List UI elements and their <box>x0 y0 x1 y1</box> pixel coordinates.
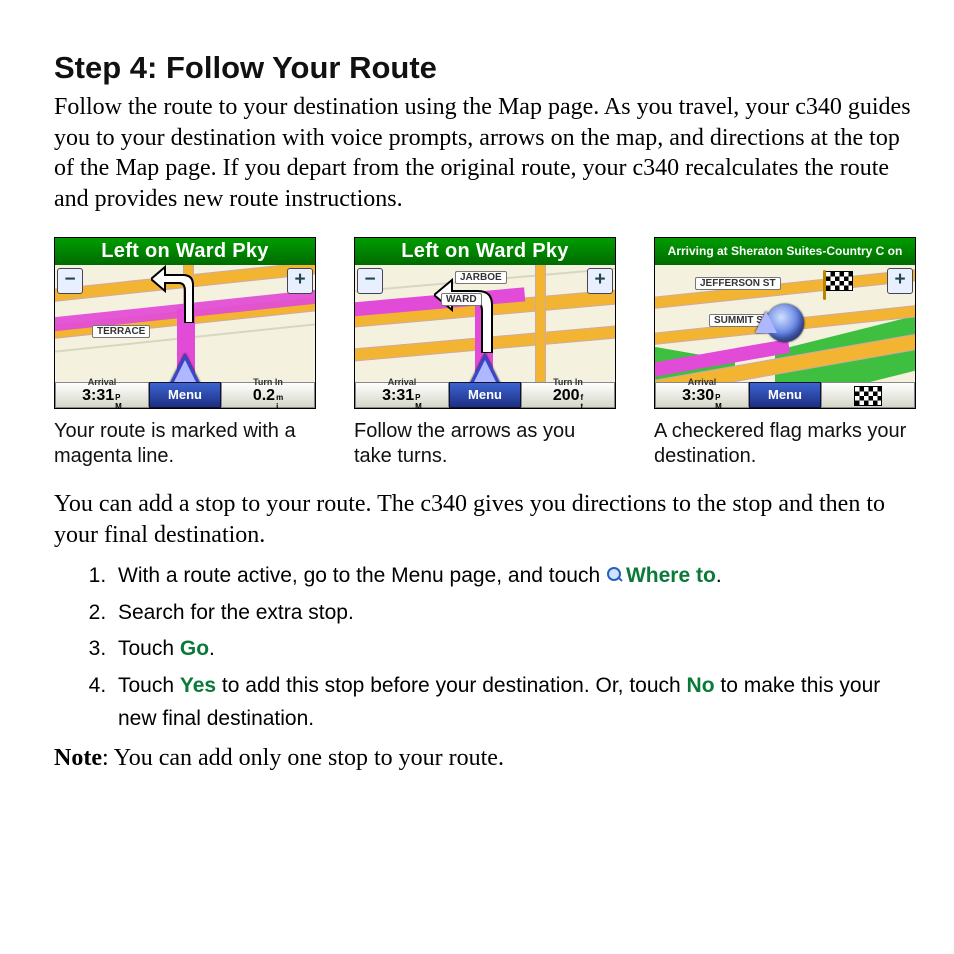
mid-paragraph: You can add a stop to your route. The c3… <box>54 489 912 550</box>
arrival-label: Arrival <box>88 378 117 387</box>
street-label: WARD <box>441 293 482 306</box>
note-paragraph: Note: You can add only one stop to your … <box>54 745 912 772</box>
checkered-flag-icon <box>854 386 882 406</box>
street-label: JARBOE <box>455 271 507 284</box>
direction-bar: Arriving at Sheraton Suites-Country C on <box>655 238 915 265</box>
menu-button[interactable]: Menu <box>749 382 821 408</box>
street-label: JEFFERSON ST <box>695 277 781 290</box>
vehicle-cursor-icon <box>469 353 501 382</box>
menu-button[interactable]: Menu <box>449 382 521 408</box>
device-screen: Arriving at Sheraton Suites-Country C on… <box>654 237 916 409</box>
street-label: TERRACE <box>92 325 150 338</box>
vehicle-cursor-icon <box>169 353 201 382</box>
destination-info[interactable] <box>821 382 915 408</box>
arrival-info[interactable]: Arrival 3:31PM <box>355 382 449 408</box>
turn-arrow-icon <box>434 275 524 353</box>
intro-paragraph: Follow the route to your destination usi… <box>54 92 912 215</box>
zoom-out-button[interactable]: − <box>57 268 83 294</box>
device-screen: Left on Ward Pky TERRACE − + Arrival 3 <box>54 237 316 409</box>
menu-button[interactable]: Menu <box>149 382 221 408</box>
step-2: Search for the extra stop. <box>112 597 912 630</box>
turn-info[interactable]: Turn In 200ft <box>521 382 615 408</box>
screenshot-row: Left on Ward Pky TERRACE − + Arrival 3 <box>54 237 912 469</box>
yes-keyword: Yes <box>180 674 216 697</box>
map-area: TERRACE <box>55 265 315 382</box>
turn-info[interactable]: Turn In 0.2mi <box>221 382 315 408</box>
direction-bar: Left on Ward Pky <box>55 238 315 265</box>
device-screen: Left on Ward Pky JARBOE WARD − + Arrival <box>354 237 616 409</box>
screenshot-3: Arriving at Sheraton Suites-Country C on… <box>654 237 916 469</box>
zoom-in-button[interactable]: + <box>287 268 313 294</box>
screenshot-2: Left on Ward Pky JARBOE WARD − + Arrival <box>354 237 616 469</box>
turn-label: Turn In <box>253 378 283 387</box>
status-bar: Arrival 3:30PM Menu <box>655 382 915 408</box>
magnifier-icon <box>606 567 623 584</box>
vehicle-cursor-icon <box>766 304 804 342</box>
note-label: Note <box>54 745 102 771</box>
arrival-info[interactable]: Arrival 3:30PM <box>655 382 749 408</box>
zoom-in-button[interactable]: + <box>887 268 913 294</box>
status-bar: Arrival 3:31PM Menu Turn In 0.2mi <box>55 382 315 408</box>
go-keyword: Go <box>180 637 209 660</box>
no-keyword: No <box>687 674 715 697</box>
step-4: Touch Yes to add this stop before your d… <box>112 670 912 735</box>
screenshot-caption: A checkered flag marks your destination. <box>654 419 916 469</box>
turn-arrow-icon <box>151 265 221 323</box>
screenshot-1: Left on Ward Pky TERRACE − + Arrival 3 <box>54 237 316 469</box>
arrival-info[interactable]: Arrival 3:31PM <box>55 382 149 408</box>
screenshot-caption: Follow the arrows as you take turns. <box>354 419 616 469</box>
step-3: Touch Go. <box>112 633 912 666</box>
map-area: JEFFERSON ST SUMMIT ST <box>655 265 915 382</box>
steps-list: With a route active, go to the Menu page… <box>54 560 912 735</box>
status-bar: Arrival 3:31PM Menu Turn In 200ft <box>355 382 615 408</box>
zoom-in-button[interactable]: + <box>587 268 613 294</box>
zoom-out-button[interactable]: − <box>357 268 383 294</box>
map-area: JARBOE WARD <box>355 265 615 382</box>
screenshot-caption: Your route is marked with a magenta line… <box>54 419 316 469</box>
step-1: With a route active, go to the Menu page… <box>112 560 912 593</box>
where-to-keyword: Where to <box>626 564 716 587</box>
destination-flag-icon <box>825 271 853 291</box>
direction-bar: Left on Ward Pky <box>355 238 615 265</box>
page-title: Step 4: Follow Your Route <box>54 50 912 86</box>
